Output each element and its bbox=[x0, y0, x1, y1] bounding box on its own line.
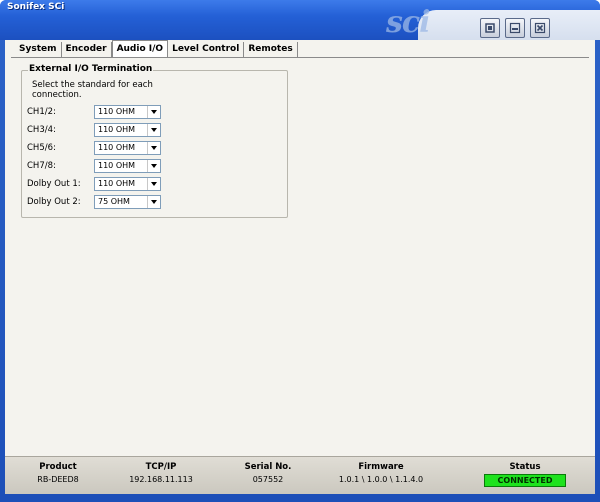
tab-level-control[interactable]: Level Control bbox=[168, 42, 245, 57]
group-title: External I/O Termination bbox=[28, 64, 154, 74]
dolby-out-2-label: Dolby Out 2: bbox=[27, 197, 81, 207]
status-badge: CONNECTED bbox=[484, 474, 566, 487]
ch12-label: CH1/2: bbox=[27, 107, 56, 117]
chevron-down-icon[interactable] bbox=[147, 178, 160, 190]
restore-button[interactable] bbox=[480, 18, 500, 38]
ch56-select[interactable]: 110 OHM bbox=[94, 141, 161, 155]
application-window: Sonifex SCi sci System Encoder Audio I/O… bbox=[0, 0, 600, 502]
ch34-value: 110 OHM bbox=[98, 125, 136, 134]
instruction-text: Select the standard for each connection. bbox=[32, 80, 153, 100]
tcpip-heading: TCP/IP bbox=[145, 462, 177, 472]
serial-column: Serial No. 057552 bbox=[233, 461, 303, 486]
product-value: RB-DEED8 bbox=[37, 475, 79, 484]
dolby-out-1-value: 110 OHM bbox=[98, 179, 136, 188]
serial-value: 057552 bbox=[252, 475, 284, 484]
sci-logo: sci bbox=[386, 5, 431, 40]
tab-remotes[interactable]: Remotes bbox=[244, 42, 298, 57]
dolby-out-2-value: 75 OHM bbox=[98, 197, 130, 206]
tab-encoder[interactable]: Encoder bbox=[61, 42, 112, 57]
ch78-label: CH7/8: bbox=[27, 161, 56, 171]
ch34-label: CH3/4: bbox=[27, 125, 56, 135]
status-column: Status CONNECTED bbox=[480, 461, 570, 487]
product-column: Product RB-DEED8 bbox=[27, 461, 89, 486]
dolby-out-2-select[interactable]: 75 OHM bbox=[94, 195, 161, 209]
title-bar[interactable]: Sonifex SCi sci bbox=[0, 0, 600, 40]
chevron-down-icon[interactable] bbox=[147, 106, 160, 118]
firmware-heading: Firmware bbox=[358, 462, 404, 472]
window-title: Sonifex SCi bbox=[7, 2, 65, 12]
dolby-out-1-select[interactable]: 110 OHM bbox=[94, 177, 161, 191]
status-heading: Status bbox=[509, 462, 541, 472]
chevron-down-icon[interactable] bbox=[147, 142, 160, 154]
ch12-select[interactable]: 110 OHM bbox=[94, 105, 161, 119]
client-area: System Encoder Audio I/O Level Control R… bbox=[5, 40, 595, 456]
audio-io-panel: External I/O Termination Select the stan… bbox=[11, 57, 589, 453]
chevron-down-icon[interactable] bbox=[147, 124, 160, 136]
tcpip-column: TCP/IP 192.168.11.113 bbox=[121, 461, 201, 486]
ch56-label: CH5/6: bbox=[27, 143, 56, 153]
ch78-select[interactable]: 110 OHM bbox=[94, 159, 161, 173]
minimize-button[interactable] bbox=[505, 18, 525, 38]
close-icon bbox=[534, 22, 546, 34]
product-heading: Product bbox=[39, 462, 77, 472]
chevron-down-icon[interactable] bbox=[147, 160, 160, 172]
chevron-down-icon[interactable] bbox=[147, 196, 160, 208]
status-bar: Product RB-DEED8 TCP/IP 192.168.11.113 S… bbox=[5, 456, 595, 494]
firmware-value: 1.0.1 \ 1.0.0 \ 1.1.4.0 bbox=[338, 475, 424, 484]
ch56-value: 110 OHM bbox=[98, 143, 136, 152]
ch12-value: 110 OHM bbox=[98, 107, 136, 116]
close-button[interactable] bbox=[530, 18, 550, 38]
restore-icon bbox=[485, 23, 495, 33]
tab-audio-io[interactable]: Audio I/O bbox=[111, 40, 169, 57]
firmware-column: Firmware 1.0.1 \ 1.0.0 \ 1.1.4.0 bbox=[325, 461, 437, 486]
ch34-select[interactable]: 110 OHM bbox=[94, 123, 161, 137]
dolby-out-1-label: Dolby Out 1: bbox=[27, 179, 81, 189]
serial-heading: Serial No. bbox=[244, 462, 292, 472]
tcpip-value: 192.168.11.113 bbox=[129, 475, 193, 484]
tab-strip: System Encoder Audio I/O Level Control R… bbox=[15, 40, 298, 58]
termination-group: External I/O Termination Select the stan… bbox=[21, 64, 288, 218]
ch78-value: 110 OHM bbox=[98, 161, 136, 170]
tab-system[interactable]: System bbox=[15, 42, 62, 57]
minimize-icon bbox=[509, 22, 521, 34]
